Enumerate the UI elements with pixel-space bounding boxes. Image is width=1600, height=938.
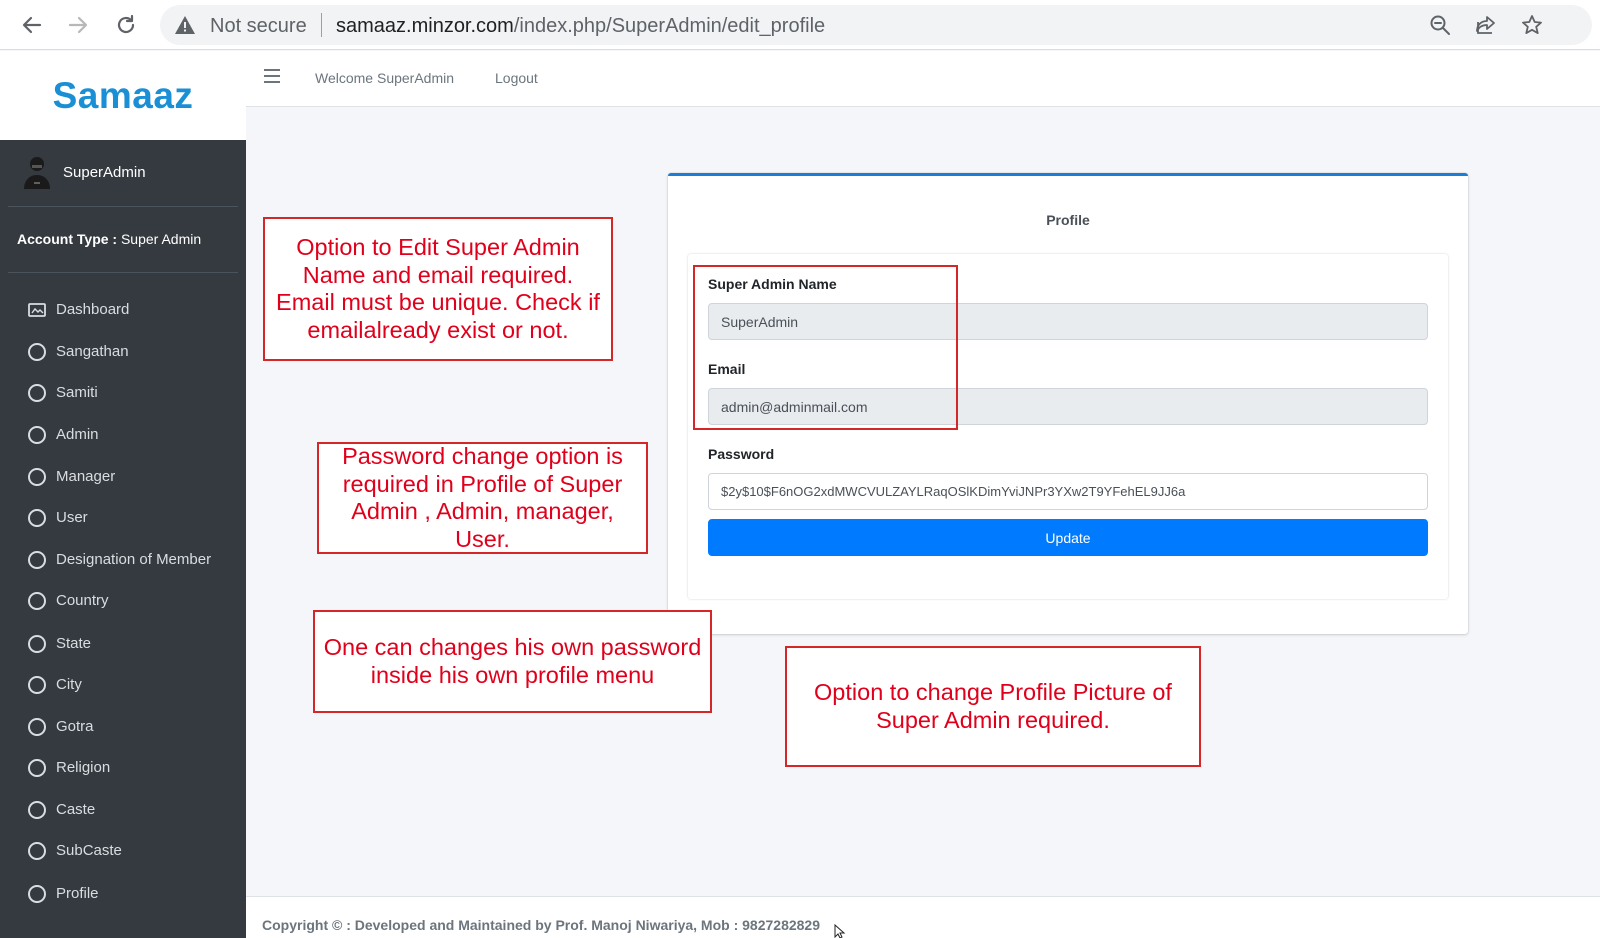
circle-icon: [28, 676, 46, 694]
zoom-button[interactable]: [1426, 11, 1454, 39]
browser-toolbar: Not secure samaaz.minzor.com/index.php/S…: [0, 0, 1600, 50]
address-bar[interactable]: Not secure samaaz.minzor.com/index.php/S…: [160, 5, 1592, 45]
circle-icon: [28, 343, 46, 361]
sidebar-item-subcaste[interactable]: SubCaste: [0, 833, 246, 869]
sidebar-item-label: Sangathan: [56, 343, 129, 360]
sidebar-divider: [8, 272, 238, 273]
sidebar-item-manager[interactable]: Manager: [0, 459, 246, 495]
avatar: [24, 157, 50, 189]
url-text[interactable]: samaaz.minzor.com/index.php/SuperAdmin/e…: [336, 15, 825, 38]
arrow-left-icon: [22, 16, 42, 34]
sidebar-item-profile[interactable]: Profile: [0, 876, 246, 912]
dashboard-icon: [28, 303, 46, 317]
circle-icon: [28, 759, 46, 777]
sidebar-item-dashboard[interactable]: Dashboard: [0, 292, 246, 328]
brand-link[interactable]: Samaaz: [0, 51, 246, 140]
sidebar-item-sangathan[interactable]: Sangathan: [0, 334, 246, 370]
share-button[interactable]: [1472, 11, 1500, 39]
circle-icon: [28, 801, 46, 819]
account-type-value: Super Admin: [120, 231, 202, 247]
circle-icon: [28, 551, 46, 569]
card-title: Profile: [1046, 212, 1090, 228]
sidebar-item-label: User: [56, 509, 88, 526]
sidebar-item-label: Religion: [56, 759, 111, 776]
sidebar-item-label: Admin: [56, 426, 99, 443]
omnibox-divider: [321, 13, 322, 37]
top-navbar: Welcome SuperAdmin Logout: [246, 51, 1600, 107]
annotation-edit-name-email: Option to Edit Super Admin Name and emai…: [263, 217, 613, 361]
password-label: Password: [708, 446, 775, 462]
welcome-link[interactable]: Welcome SuperAdmin: [315, 70, 454, 86]
sidebar-item-label: Designation of Member: [56, 551, 212, 568]
circle-icon: [28, 885, 46, 903]
circle-icon: [28, 842, 46, 860]
annotation-own-password: One can changes his own password inside …: [313, 610, 712, 713]
sidebar-item-gotra[interactable]: Gotra: [0, 709, 246, 745]
password-field[interactable]: [708, 473, 1428, 510]
zoom-out-icon: [1430, 15, 1450, 35]
sidebar-item-label: Dashboard: [56, 301, 130, 318]
sidebar-item-label: SubCaste: [56, 842, 122, 859]
sidebar-user-name[interactable]: SuperAdmin: [63, 164, 146, 181]
star-icon: [1522, 15, 1542, 34]
sidebar-item-label: Gotra: [56, 718, 94, 735]
circle-icon: [28, 384, 46, 402]
circle-icon: [28, 718, 46, 736]
circle-icon: [28, 635, 46, 653]
circle-icon: [28, 468, 46, 486]
sidebar-item-label: City: [56, 676, 82, 693]
share-icon: [1476, 16, 1495, 34]
circle-icon: [28, 426, 46, 444]
footer-copyright: Copyright © : Developed and Maintained b…: [262, 917, 820, 933]
account-type: Account Type : Super Admin: [17, 231, 201, 247]
sidebar-item-label: Profile: [56, 885, 99, 902]
url-host: samaaz.minzor.com: [336, 15, 514, 37]
sidebar-item-designation[interactable]: Designation of Member: [0, 542, 246, 578]
user-panel[interactable]: SuperAdmin: [0, 140, 246, 206]
brand-name: Samaaz: [52, 74, 194, 116]
url-path: /index.php/SuperAdmin/edit_profile: [513, 15, 826, 37]
sidebar: Samaaz SuperAdmin Account Type : Super A…: [0, 51, 246, 938]
footer: Copyright © : Developed and Maintained b…: [246, 896, 1600, 938]
sidebar-item-admin[interactable]: Admin: [0, 417, 246, 453]
sidebar-item-label: State: [56, 635, 92, 652]
arrow-right-icon: [68, 16, 88, 34]
reload-icon: [117, 14, 135, 34]
warning-icon: [175, 16, 195, 34]
sidebar-item-caste[interactable]: Caste: [0, 792, 246, 828]
forward-button[interactable]: [62, 9, 94, 41]
sidebar-divider: [8, 206, 238, 207]
sidebar-item-label: Country: [56, 592, 109, 609]
mouse-cursor-icon: [834, 924, 846, 938]
account-type-label: Account Type :: [17, 231, 118, 247]
sidebar-item-country[interactable]: Country: [0, 583, 246, 619]
sidebar-item-city[interactable]: City: [0, 667, 246, 703]
reload-button[interactable]: [110, 9, 142, 41]
update-button[interactable]: Update: [708, 519, 1428, 556]
annotation-profile-picture: Option to change Profile Picture of Supe…: [785, 646, 1201, 767]
security-label[interactable]: Not secure: [210, 15, 307, 38]
sidebar-item-label: Samiti: [56, 384, 98, 401]
sidebar-item-state[interactable]: State: [0, 626, 246, 662]
back-button[interactable]: [16, 9, 48, 41]
sidebar-item-label: Caste: [56, 801, 96, 818]
sidebar-item-religion[interactable]: Religion: [0, 750, 246, 786]
circle-icon: [28, 592, 46, 610]
bookmark-button[interactable]: [1518, 11, 1546, 39]
sidebar-item-user[interactable]: User: [0, 500, 246, 536]
sidebar-item-label: Manager: [56, 468, 116, 485]
sidebar-item-samiti[interactable]: Samiti: [0, 375, 246, 411]
circle-icon: [28, 509, 46, 527]
highlight-box: [693, 265, 958, 430]
menu-toggle-icon[interactable]: [264, 69, 280, 83]
logout-link[interactable]: Logout: [495, 70, 538, 86]
annotation-password-change: Password change option is required in Pr…: [317, 442, 648, 554]
